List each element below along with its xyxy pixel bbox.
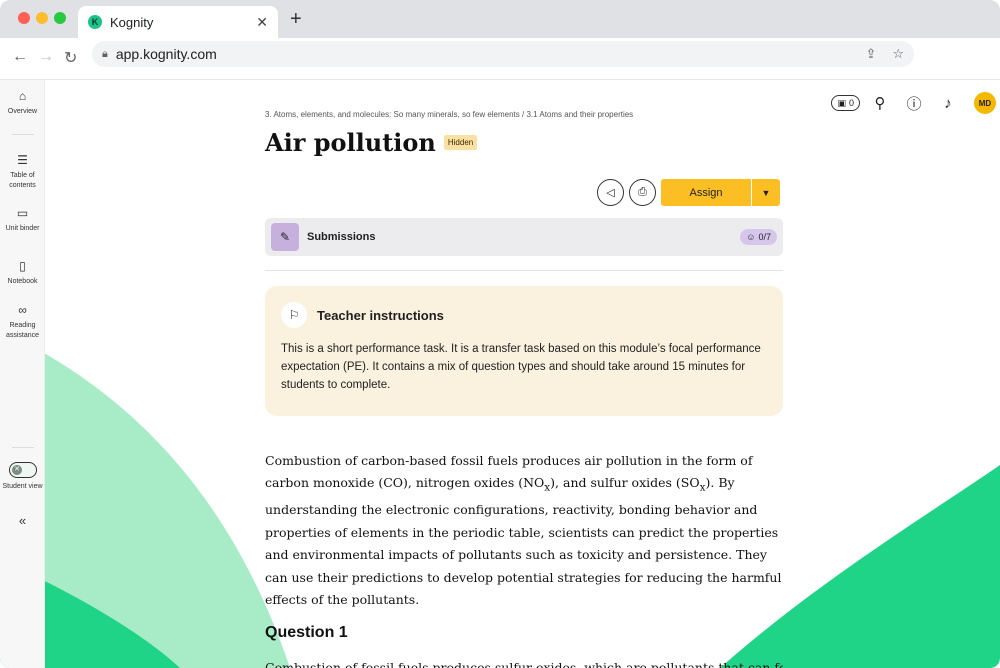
clipboard-counter[interactable]: ▣ 0 bbox=[831, 95, 860, 111]
sidebar-item-reading-assistance[interactable]: ∞ Reading assistance bbox=[0, 302, 45, 341]
top-right-actions: ▣ 0 ⚲ ⓘ ♪ MD bbox=[831, 92, 996, 114]
teacher-instructions-box: ⚐ Teacher instructions This is a short p… bbox=[265, 286, 783, 416]
main-content: 3. Atoms, elements, and molecules: So ma… bbox=[265, 100, 785, 668]
user-check-icon: ☺ bbox=[746, 232, 756, 242]
teacher-board-icon: ⚐ bbox=[281, 302, 307, 328]
new-tab-button[interactable]: + bbox=[290, 8, 302, 31]
caret-down-icon: ▼ bbox=[761, 187, 771, 198]
submissions-count: ☺ 0/7 bbox=[740, 229, 777, 245]
notebook-icon: ▯ bbox=[19, 259, 26, 273]
sidebar-item-notebook[interactable]: ▯ Notebook bbox=[0, 258, 45, 287]
minimize-window-button[interactable] bbox=[36, 12, 48, 24]
sidebar: ⌂ Overview ☰ Table of contents ▭ Unit bi… bbox=[0, 80, 45, 668]
clipboard-icon: ▣ bbox=[837, 97, 846, 108]
tab-strip: K Kognity ✕ + bbox=[0, 0, 1000, 38]
glasses-icon: ∞ bbox=[18, 303, 27, 317]
assign-dropdown-button[interactable]: ▼ bbox=[752, 179, 780, 206]
hidden-badge: Hidden bbox=[443, 135, 478, 150]
address-bar[interactable]: 🔒︎ app.kognity.com ⇪ ☆ bbox=[92, 41, 914, 67]
maximize-window-button[interactable] bbox=[54, 12, 66, 24]
share-icon[interactable]: ⇪ bbox=[865, 46, 876, 62]
home-icon: ⌂ bbox=[18, 89, 27, 103]
close-tab-icon[interactable]: ✕ bbox=[256, 14, 268, 31]
student-view-label: Student view bbox=[2, 483, 43, 490]
lock-icon: 🔒︎ bbox=[102, 47, 108, 60]
browser-window: K Kognity ✕ + ← → ↻ 🔒︎ app.kognity.com ⇪… bbox=[0, 0, 1000, 668]
collapse-sidebar-icon[interactable]: « bbox=[0, 513, 45, 528]
teacher-instructions-title: Teacher instructions bbox=[317, 307, 444, 323]
body-paragraph: Combustion of carbon-based fossil fuels … bbox=[265, 453, 782, 607]
search-icon[interactable]: ⚲ bbox=[872, 94, 888, 112]
sidebar-item-unit-binder[interactable]: ▭ Unit binder bbox=[0, 205, 45, 234]
list-icon: ☰ bbox=[17, 153, 28, 167]
divider bbox=[265, 270, 783, 271]
pencil-ruler-icon: ✎ bbox=[271, 223, 299, 251]
submissions-label: Submissions bbox=[307, 231, 376, 243]
megaphone-icon: ◁ bbox=[606, 187, 615, 199]
bookmark-star-icon[interactable]: ☆ bbox=[892, 46, 904, 62]
toggle-off-icon: ✕ bbox=[12, 465, 22, 475]
teacher-instructions-text: This is a short performance task. It is … bbox=[281, 343, 761, 391]
sidebar-item-table-of-contents[interactable]: ☰ Table of contents bbox=[0, 152, 45, 191]
student-view-toggle[interactable]: ✕ bbox=[9, 462, 37, 478]
avatar[interactable]: MD bbox=[974, 92, 996, 114]
page-title: Air pollution bbox=[265, 128, 436, 157]
question-heading: Question 1 bbox=[265, 624, 348, 641]
assign-button[interactable]: Assign bbox=[661, 179, 751, 206]
folder-icon: ▭ bbox=[16, 206, 29, 220]
browser-tab[interactable]: K Kognity ✕ bbox=[78, 6, 278, 38]
url-text: app.kognity.com bbox=[115, 46, 217, 62]
reload-icon[interactable]: ↻ bbox=[64, 48, 77, 68]
print-button[interactable]: ⎙ bbox=[629, 179, 656, 206]
close-window-button[interactable] bbox=[18, 12, 30, 24]
help-icon[interactable]: ⓘ bbox=[906, 93, 922, 114]
submissions-bar[interactable]: ✎ Submissions ☺ 0/7 bbox=[265, 218, 783, 256]
question-text: Combustion of fossil fuels produces sulf… bbox=[265, 660, 783, 668]
announce-button[interactable]: ◁ bbox=[597, 179, 624, 206]
back-arrow-icon[interactable]: ← bbox=[12, 48, 28, 66]
kognity-logo-icon: K bbox=[88, 15, 102, 29]
browser-toolbar: ← → ↻ 🔒︎ app.kognity.com ⇪ ☆ bbox=[0, 38, 1000, 80]
sidebar-item-overview[interactable]: ⌂ Overview bbox=[0, 88, 45, 117]
action-row: ◁ ⎙ Assign ▼ bbox=[597, 179, 780, 206]
notification-bell-icon[interactable]: ♪ bbox=[940, 95, 956, 112]
tab-title: Kognity bbox=[110, 14, 154, 30]
printer-icon: ⎙ bbox=[638, 186, 647, 198]
forward-arrow-icon[interactable]: → bbox=[38, 48, 54, 66]
breadcrumb[interactable]: 3. Atoms, elements, and molecules: So ma… bbox=[265, 110, 785, 119]
